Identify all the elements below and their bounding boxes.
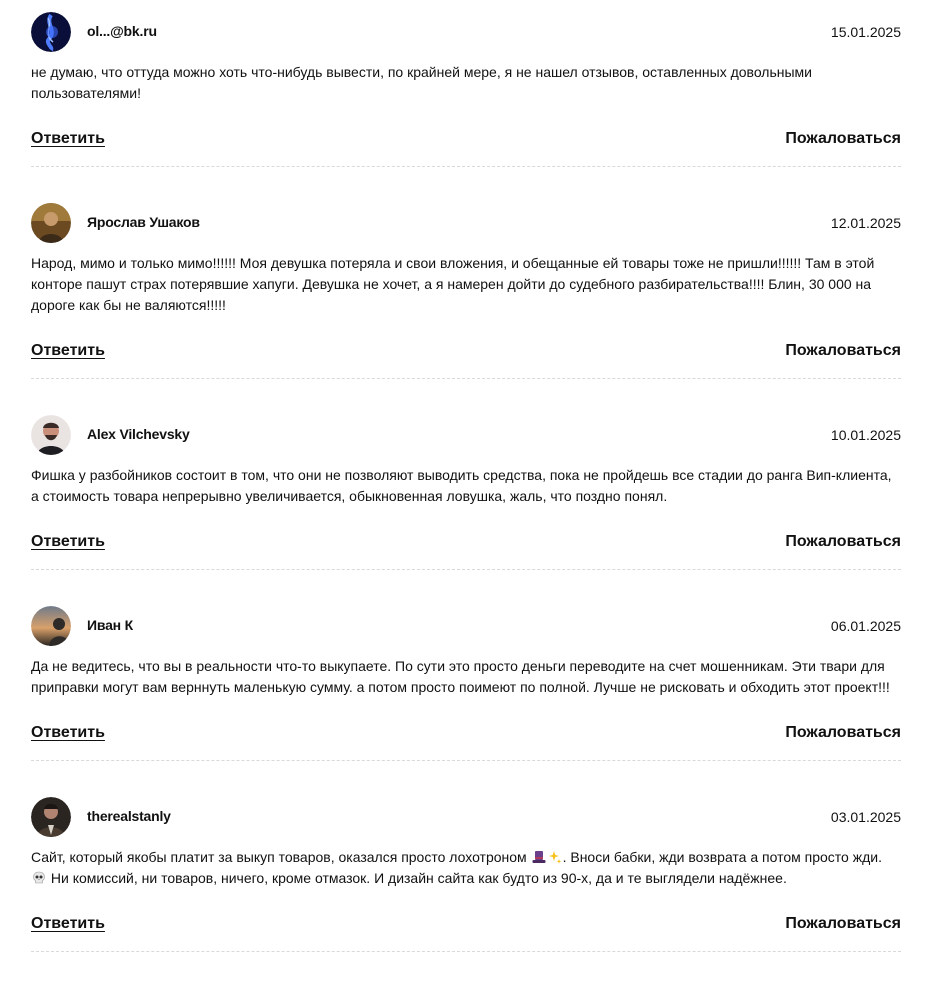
skull-icon: [33, 871, 45, 884]
top-hat-icon: [532, 851, 546, 863]
comment-date: 12.01.2025: [830, 215, 901, 231]
comment-item: Alex Vilchevsky 10.01.2025 Фишка у разбо…: [31, 415, 901, 570]
comment-author: therealstanly: [87, 808, 171, 824]
report-link[interactable]: Пожаловаться: [785, 915, 901, 933]
comment-header: Alex Vilchevsky 10.01.2025: [31, 415, 901, 455]
comment-author: ol...@bk.ru: [87, 23, 157, 39]
comment-actions: Ответить Пожаловаться: [31, 915, 901, 937]
comment-text-part: . Вноси бабки, жди возврата а потом прос…: [562, 849, 882, 865]
reply-link[interactable]: Ответить: [31, 342, 105, 360]
comment-header: ol...@bk.ru 15.01.2025: [31, 12, 901, 52]
report-link[interactable]: Пожаловаться: [785, 130, 901, 148]
comment-header: Ярослав Ушаков 12.01.2025: [31, 203, 901, 243]
avatar[interactable]: [31, 12, 71, 52]
comment-date: 10.01.2025: [830, 427, 901, 443]
report-link[interactable]: Пожаловаться: [785, 342, 901, 360]
comment-author: Иван К: [87, 617, 133, 633]
report-link[interactable]: Пожаловаться: [785, 724, 901, 742]
comment-actions: Ответить Пожаловаться: [31, 533, 901, 555]
comment-text-part: Сайт, который якобы платит за выкуп това…: [31, 849, 531, 865]
comment-item: therealstanly 03.01.2025 Сайт, который я…: [31, 797, 901, 952]
comment-date: 03.01.2025: [830, 809, 901, 825]
avatar[interactable]: [31, 203, 71, 243]
sparkles-icon: [548, 851, 561, 864]
comment-text: Да не ведитесь, что вы в реальности что-…: [31, 658, 890, 695]
user-photo-avatar-icon: [31, 203, 71, 243]
comment-header: therealstanly 03.01.2025: [31, 797, 901, 837]
comment-text: Сайт, который якобы платит за выкуп това…: [31, 847, 903, 889]
comment-text: Фишка у разбойников состоит в том, что о…: [31, 467, 892, 504]
blue-abstract-avatar-icon: [31, 12, 71, 52]
comment-author: Alex Vilchevsky: [87, 426, 190, 442]
comment-date: 06.01.2025: [830, 618, 901, 634]
avatar[interactable]: [31, 797, 71, 837]
report-link[interactable]: Пожаловаться: [785, 533, 901, 551]
comment-header: Иван К 06.01.2025: [31, 606, 901, 646]
avatar[interactable]: [31, 415, 71, 455]
reply-link[interactable]: Ответить: [31, 533, 105, 551]
avatar[interactable]: [31, 606, 71, 646]
reply-link[interactable]: Ответить: [31, 915, 105, 933]
comment-item: ol...@bk.ru 15.01.2025 не думаю, что отт…: [31, 12, 901, 167]
reply-link[interactable]: Ответить: [31, 130, 105, 148]
reply-link[interactable]: Ответить: [31, 724, 105, 742]
comment-actions: Ответить Пожаловаться: [31, 130, 901, 152]
user-photo-avatar-icon: [31, 415, 71, 455]
user-photo-avatar-icon: [31, 606, 71, 646]
comment-text: не думаю, что оттуда можно хоть что-нибу…: [31, 64, 812, 101]
comment-actions: Ответить Пожаловаться: [31, 724, 901, 746]
comment-item: Ярослав Ушаков 12.01.2025 Народ, мимо и …: [31, 203, 901, 379]
comments-list: ol...@bk.ru 15.01.2025 не думаю, что отт…: [31, 12, 901, 988]
comment-text-part: Ни комиссий, ни товаров, ничего, кроме о…: [47, 870, 787, 886]
comment-actions: Ответить Пожаловаться: [31, 342, 901, 364]
comment-date: 15.01.2025: [830, 24, 901, 40]
comment-text: Народ, мимо и только мимо!!!!!! Моя деву…: [31, 255, 875, 313]
comment-item: Иван К 06.01.2025 Да не ведитесь, что вы…: [31, 606, 901, 761]
user-photo-avatar-icon: [31, 797, 71, 837]
comment-author: Ярослав Ушаков: [87, 214, 200, 230]
